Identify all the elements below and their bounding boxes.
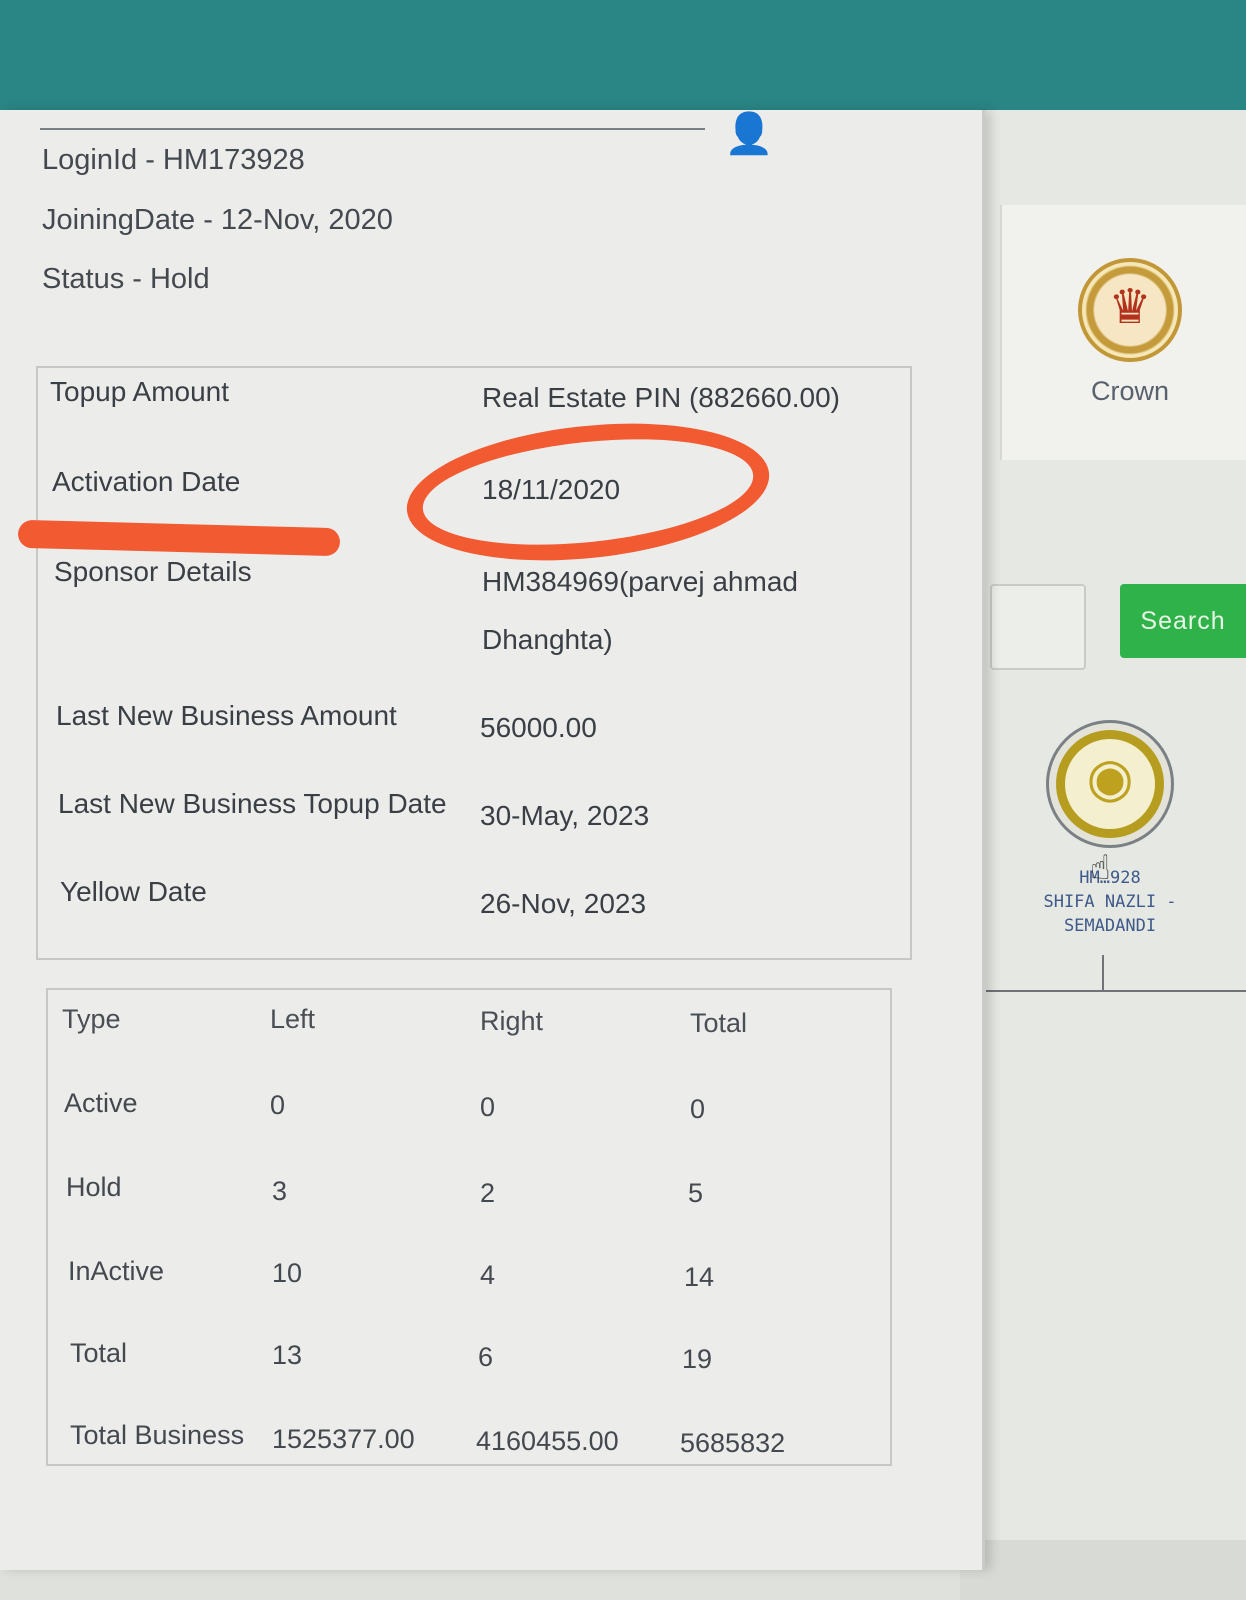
login-id: LoginId - HM173928 [42,144,305,176]
column-header: Left [270,1004,316,1034]
table-cell: Total [70,1338,128,1368]
column-header: Total [690,1008,748,1038]
detail-label: Sponsor Details [54,556,252,587]
detail-label: Last New Business Topup Date [58,788,447,819]
member-name: SHIFA NAZLI - [1043,892,1177,912]
detail-value: 56000.00 [480,712,597,743]
popup-divider [40,128,705,130]
table-cell: Active [64,1088,138,1118]
table-cell: 0 [480,1092,496,1122]
detail-value-cont: Dhanghta) [482,624,613,655]
search-button[interactable]: Search [1120,584,1246,658]
joining-date: JoiningDate - 12-Nov, 2020 [42,204,393,236]
table-cell: 5 [688,1178,704,1208]
table-cell: 2 [480,1178,496,1208]
table-cell: Total Business [70,1420,245,1450]
hand-pointer-icon: ☝ [1090,849,1111,887]
detail-value: Real Estate PIN (882660.00) [482,382,840,413]
table-cell: InActive [68,1256,165,1286]
table-cell: 10 [272,1258,303,1288]
detail-label: Last New Business Amount [56,700,397,731]
detail-label: Activation Date [52,466,241,497]
account-status: Status - Hold [42,263,210,295]
detail-value: HM384969(parvej ahmad [482,566,798,597]
user-icon: 👤 [724,112,774,156]
rank-label: Crown [1090,376,1170,406]
tree-connector-horizontal [986,990,1246,992]
table-cell: 3 [272,1176,288,1206]
table-cell: 14 [684,1262,715,1292]
table-cell: 6 [478,1342,494,1372]
table-cell: 19 [682,1344,713,1374]
member-avatar-icon: ◉ [1086,748,1134,808]
table-cell: 13 [272,1340,303,1370]
crown-icon: ♛ [1108,281,1152,334]
tree-connector-vertical [1102,955,1104,991]
column-header: Type [62,1004,121,1034]
table-cell: 4160455.00 [476,1426,619,1456]
counts-table [46,988,892,1466]
search-input[interactable] [990,584,1086,670]
top-header-bar [0,0,1246,110]
detail-label: Yellow Date [60,876,207,907]
detail-value: 30-May, 2023 [480,800,650,831]
table-cell: 0 [690,1094,706,1124]
detail-value: 26-Nov, 2023 [480,888,647,919]
bottom-strip [960,1540,1246,1600]
table-cell: 4 [480,1260,496,1290]
table-cell: 5685832 [680,1428,786,1458]
detail-label: Topup Amount [50,376,230,407]
table-cell: 1525377.00 [272,1424,415,1454]
member-name-cont: SEMADANDI [1063,916,1157,936]
column-header: Right [480,1006,544,1036]
table-cell: 0 [270,1090,286,1120]
table-cell: Hold [66,1172,122,1202]
